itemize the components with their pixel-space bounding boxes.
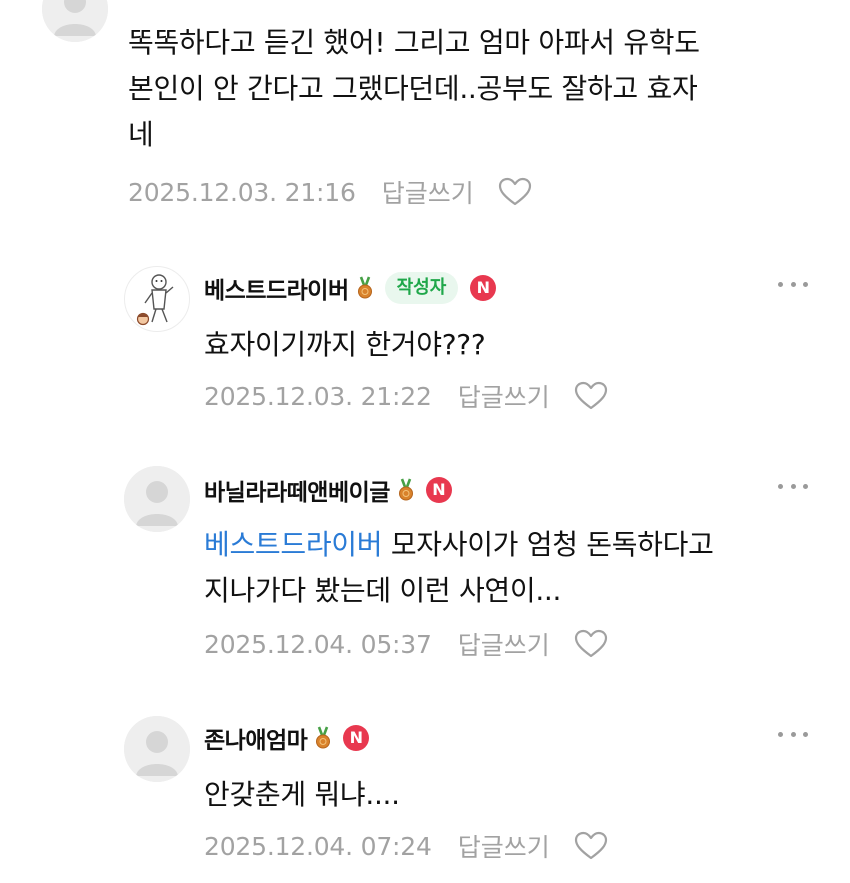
comment-body: 효자이기까지 한거야???: [204, 322, 486, 368]
comment-body-line: 똑똑하다고 듣긴 했어! 그리고 엄마 아파서 유학도: [128, 26, 700, 59]
default-avatar-icon: [124, 716, 190, 782]
comment-body-text: 모자사이가 엄청 돈독하다고: [382, 528, 714, 561]
comment-header: 베스트드라이버 작성자 N: [204, 268, 497, 308]
nickname[interactable]: 존나애엄마: [204, 721, 308, 755]
comment-body: 안갖춘게 뭐냐....: [204, 772, 400, 818]
comment-date: 2025.12.03. 21:16: [128, 177, 356, 207]
avatar[interactable]: [42, 0, 108, 42]
comment-body-line: 본인이 안 간다고 그랬다던데..공부도 잘하고 효자: [128, 72, 698, 105]
comment-meta: 2025.12.03. 21:16 답글쓰기: [128, 172, 532, 212]
medal-icon: [357, 276, 373, 300]
comment-meta: 2025.12.04. 05:37 답글쓰기: [204, 624, 608, 664]
author-badge: 작성자: [384, 272, 459, 304]
nickname[interactable]: 바닐라라떼앤베이글: [204, 473, 390, 507]
default-avatar-icon: [124, 466, 190, 532]
reply-button[interactable]: 답글쓰기: [458, 828, 550, 864]
comment-header: 존나애엄마 N: [204, 718, 370, 758]
comment-body-line: 효자이기까지 한거야???: [204, 328, 486, 361]
more-options-button[interactable]: [778, 274, 808, 294]
new-badge: N: [425, 477, 452, 503]
comment-body: 베스트드라이버 모자사이가 엄청 돈독하다고 지나가다 봤는데 이런 사연이..…: [204, 522, 714, 614]
comment-body-line: 지나가다 봤는데 이런 사연이...: [204, 574, 562, 607]
mention-link[interactable]: 베스트드라이버: [204, 528, 383, 561]
nickname[interactable]: 베스트드라이버: [204, 271, 349, 305]
character-avatar-icon: [136, 274, 174, 326]
comment-body-line: 안갖춘게 뭐냐....: [204, 778, 400, 811]
avatar[interactable]: [124, 266, 190, 332]
avatar[interactable]: [124, 466, 190, 532]
heart-icon[interactable]: [574, 381, 608, 411]
comment-meta: 2025.12.04. 07:24 답글쓰기: [204, 826, 608, 866]
reply-button[interactable]: 답글쓰기: [458, 626, 550, 662]
comment-body: 똑똑하다고 듣긴 했어! 그리고 엄마 아파서 유학도 본인이 안 간다고 그랬…: [128, 20, 700, 158]
heart-icon[interactable]: [498, 177, 532, 207]
avatar[interactable]: [124, 716, 190, 782]
comment-header: 바닐라라떼앤베이글 N: [204, 470, 452, 510]
comment-meta: 2025.12.03. 21:22 답글쓰기: [204, 376, 608, 416]
comment-date: 2025.12.04. 07:24: [204, 831, 432, 861]
more-options-button[interactable]: [778, 476, 808, 496]
comment-body-line: 베스트드라이버 모자사이가 엄청 돈독하다고: [204, 522, 714, 568]
comment-body-line: 네: [128, 118, 154, 151]
heart-icon[interactable]: [574, 629, 608, 659]
comment-date: 2025.12.03. 21:22: [204, 381, 432, 411]
medal-icon: [315, 726, 331, 750]
reply-button[interactable]: 답글쓰기: [458, 378, 550, 414]
more-options-button[interactable]: [778, 0, 808, 6]
comment-date: 2025.12.04. 05:37: [204, 629, 432, 659]
heart-icon[interactable]: [574, 831, 608, 861]
new-badge: N: [470, 275, 497, 301]
new-badge: N: [343, 725, 370, 751]
reply-button[interactable]: 답글쓰기: [382, 174, 474, 210]
medal-icon: [398, 478, 414, 502]
more-options-button[interactable]: [778, 724, 808, 744]
default-avatar-icon: [42, 0, 108, 42]
